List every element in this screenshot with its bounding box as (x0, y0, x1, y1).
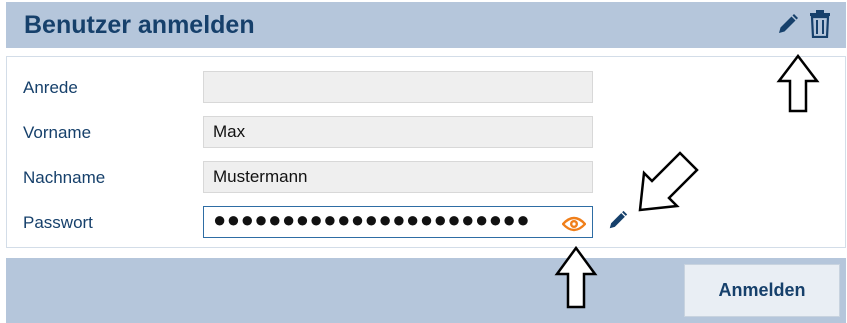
eye-icon[interactable] (561, 213, 587, 243)
pencil-icon[interactable] (776, 12, 800, 41)
trash-icon[interactable] (809, 10, 831, 43)
login-form-panel: Anrede Vorname Max Nachname Mustermann P… (6, 56, 846, 248)
up-arrow (554, 246, 598, 309)
down-left-arrow (638, 151, 699, 212)
first-name-field[interactable]: Max (203, 116, 593, 148)
footer-bar: Anmelden (6, 258, 846, 323)
password-field[interactable]: ●●●●●●●●●●●●●●●●●●●●●●● (203, 206, 593, 238)
login-button[interactable]: Anmelden (684, 264, 840, 317)
salutation-label: Anrede (23, 78, 78, 97)
password-value: ●●●●●●●●●●●●●●●●●●●●●●● (213, 207, 531, 232)
page-title: Benutzer anmelden (24, 11, 255, 39)
salutation-field[interactable] (203, 71, 593, 103)
last-name-label: Nachname (23, 168, 106, 187)
first-name-label: Vorname (23, 123, 92, 142)
pencil-icon[interactable] (607, 209, 629, 236)
password-label: Passwort (23, 213, 93, 232)
up-arrow (776, 54, 820, 113)
last-name-field[interactable]: Mustermann (203, 161, 593, 193)
header-bar: Benutzer anmelden (6, 2, 846, 48)
